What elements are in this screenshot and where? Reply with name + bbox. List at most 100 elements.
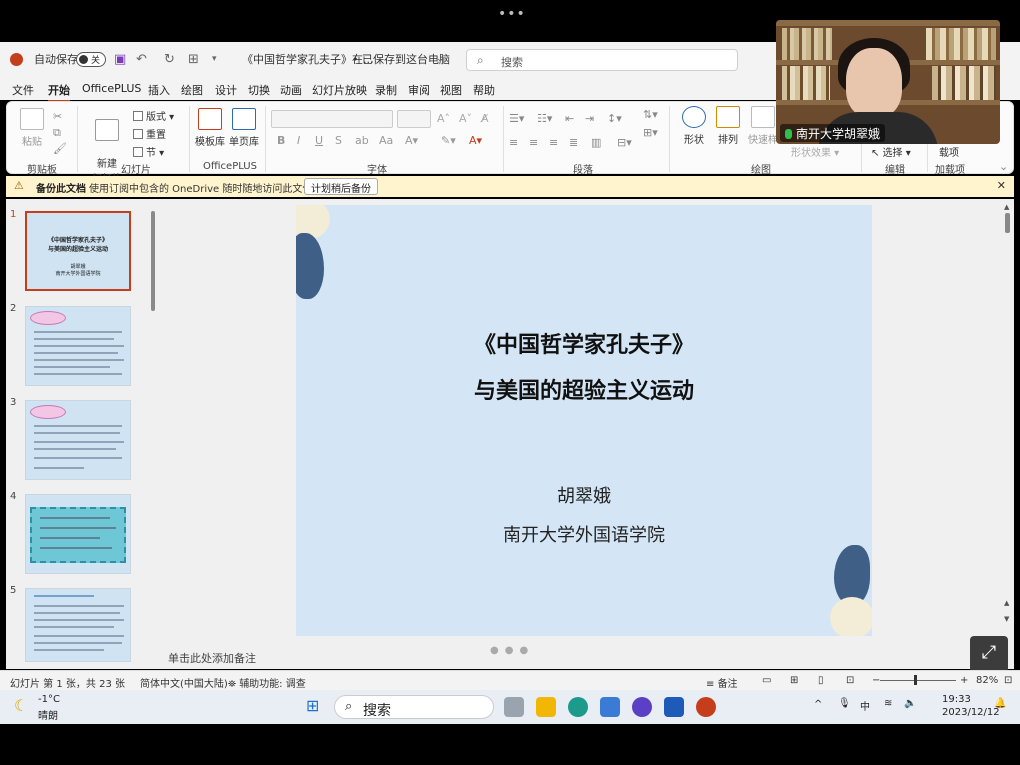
reset-button[interactable]: 重置 <box>133 126 166 141</box>
undo-icon[interactable]: ↶ <box>136 52 147 67</box>
arrange-button[interactable]: 排列 <box>713 106 743 146</box>
clear-format-icon[interactable]: A̸ <box>481 112 489 125</box>
slide-scrollbar[interactable]: ▲ ▲ ▼ <box>1004 203 1012 633</box>
bullets-icon[interactable]: ☰▾ <box>509 112 524 125</box>
tab-file[interactable]: 文件 <box>12 82 34 98</box>
tab-view[interactable]: 视图 <box>440 82 462 98</box>
shrink-font-icon[interactable]: A˅ <box>459 112 472 125</box>
autosave-toggle[interactable]: 关 <box>76 52 106 67</box>
tab-design[interactable]: 设计 <box>215 82 237 98</box>
language-status[interactable]: 简体中文(中国大陆) <box>140 675 228 690</box>
slide-thumbnail-5[interactable] <box>25 588 131 662</box>
edit-overlay-button[interactable]: ⤢ <box>970 636 1008 672</box>
chevron-down-icon[interactable]: ⌄ <box>436 54 444 64</box>
slide-title-line1[interactable]: 《中国哲学家孔夫子》 <box>296 327 872 359</box>
shape-button[interactable]: 形状 <box>679 106 709 146</box>
slide-thumbnail-1[interactable]: 《中国哲学家孔夫子》 与美国的超验主义运动 胡翠娥 南开大学外国语学院 <box>25 211 131 291</box>
strikethrough-icon[interactable]: S <box>335 134 342 147</box>
tab-animations[interactable]: 动画 <box>280 82 302 98</box>
single-page-library-button[interactable]: 单页库 <box>229 108 259 148</box>
clock-date[interactable]: 2023/12/12 <box>942 707 1000 718</box>
participant-video[interactable]: 南开大学胡翠娥 <box>776 20 1000 144</box>
wifi-icon[interactable]: ≋ <box>884 698 892 709</box>
volume-icon[interactable]: 🔈 <box>904 698 916 709</box>
slide-institution[interactable]: 南开大学外国语学院 <box>296 521 872 547</box>
select-button[interactable]: ↖ 选择 ▾ <box>871 144 911 159</box>
task-view-icon[interactable] <box>504 697 524 717</box>
present-icon[interactable]: ⊞ <box>188 52 199 67</box>
slideshow-icon[interactable]: ⊡ <box>846 675 854 686</box>
section-button[interactable]: 节 ▾ <box>133 144 164 159</box>
customize-qat-icon[interactable]: ▾ <box>212 54 217 64</box>
numbering-icon[interactable]: ☷▾ <box>537 112 552 125</box>
zoom-slider[interactable] <box>880 680 956 681</box>
slide-title-line2[interactable]: 与美国的超验主义运动 <box>296 373 872 405</box>
powerpoint-taskbar-icon[interactable] <box>696 697 716 717</box>
prev-slide-icon[interactable]: ▲ <box>1004 599 1009 607</box>
copy-icon[interactable]: ⧉ <box>53 126 61 140</box>
decrease-indent-icon[interactable]: ⇤ <box>565 112 574 125</box>
fit-slide-icon[interactable]: ⊡ <box>1004 675 1012 686</box>
ime-indicator[interactable]: 中 <box>860 698 870 713</box>
microphone-icon[interactable]: 🎙 <box>838 698 851 709</box>
underline-icon[interactable]: U <box>315 134 323 147</box>
font-color-icon[interactable]: A▾ <box>469 134 482 147</box>
char-spacing-icon[interactable]: ab <box>355 134 369 147</box>
taskbar-search[interactable]: ⌕ 搜索 <box>334 695 494 719</box>
tab-draw[interactable]: 绘图 <box>181 82 203 98</box>
slide-author[interactable]: 胡翠娥 <box>296 482 872 508</box>
file-explorer-icon[interactable] <box>536 697 556 717</box>
redo-icon[interactable]: ↻ <box>164 52 175 67</box>
slide-thumbnail-2[interactable] <box>25 306 131 386</box>
tab-insert[interactable]: 插入 <box>148 82 170 98</box>
pane-resize-dots[interactable]: ●●● <box>490 645 534 656</box>
justify-icon[interactable]: ≣ <box>569 136 578 149</box>
align-right-icon[interactable]: ≡ <box>549 136 558 149</box>
chevron-up-icon[interactable]: ^ <box>814 699 822 710</box>
highlight-icon[interactable]: A▾ <box>405 134 418 147</box>
cut-icon[interactable]: ✂ <box>53 110 62 123</box>
weather-desc[interactable]: 晴朗 <box>38 707 58 722</box>
scrollbar-thumb[interactable] <box>1005 213 1010 233</box>
collapse-ribbon-icon[interactable]: ⌄ <box>999 160 1008 173</box>
normal-view-icon[interactable]: ▭ <box>762 675 771 686</box>
notes-placeholder[interactable]: 单击此处添加备注 <box>168 650 256 666</box>
scrollbar-thumb[interactable] <box>151 211 155 311</box>
quick-styles-button[interactable]: 快速样 <box>747 106 779 146</box>
zoom-in-icon[interactable]: + <box>960 675 968 686</box>
layout-button[interactable]: 版式 ▾ <box>133 108 174 123</box>
tab-transitions[interactable]: 切换 <box>248 82 270 98</box>
edge-icon[interactable] <box>568 697 588 717</box>
tab-slideshow[interactable]: 幻灯片放映 <box>312 82 367 98</box>
store-icon[interactable] <box>600 697 620 717</box>
font-size-input[interactable] <box>397 110 431 128</box>
more-dots-icon[interactable]: ••• <box>498 6 526 22</box>
paste-button[interactable]: 粘贴 <box>17 108 47 148</box>
scroll-up-icon[interactable]: ▲ <box>1004 203 1009 211</box>
slide-sorter-icon[interactable]: ⊞ <box>790 675 798 686</box>
slide-thumbnail-3[interactable] <box>25 400 131 480</box>
tab-review[interactable]: 审阅 <box>408 82 430 98</box>
tab-officeplus[interactable]: OfficePLUS <box>82 82 141 95</box>
line-spacing-icon[interactable]: ↕▾ <box>607 112 622 125</box>
tab-record[interactable]: 录制 <box>375 82 397 98</box>
bold-icon[interactable]: B <box>277 134 285 147</box>
columns-icon[interactable]: ▥ <box>591 136 601 149</box>
increase-indent-icon[interactable]: ⇥ <box>585 112 594 125</box>
reading-view-icon[interactable]: ▯ <box>818 675 824 686</box>
notes-button[interactable]: ≡ 备注 <box>706 675 738 690</box>
slide-canvas[interactable]: 《中国哲学家孔夫子》 与美国的超验主义运动 胡翠娥 南开大学外国语学院 <box>296 205 872 636</box>
start-icon[interactable]: ⊞ <box>306 696 319 715</box>
smartart-icon[interactable]: ⊞▾ <box>643 126 658 139</box>
schedule-backup-button[interactable]: 计划稍后备份 <box>304 178 378 195</box>
highlighter-icon[interactable]: ✎▾ <box>441 134 456 147</box>
meeting-app-icon[interactable] <box>664 697 684 717</box>
align-center-icon[interactable]: ≡ <box>529 136 538 149</box>
save-icon[interactable]: ▣ <box>114 52 126 67</box>
accessibility-status[interactable]: ⛯ 辅助功能: 调查 <box>228 675 306 690</box>
font-name-input[interactable] <box>271 110 393 128</box>
case-icon[interactable]: Aa <box>379 134 393 147</box>
slide-thumbnail-4[interactable] <box>25 494 131 574</box>
template-library-button[interactable]: 模板库 <box>195 108 225 148</box>
next-slide-icon[interactable]: ▼ <box>1004 615 1009 623</box>
